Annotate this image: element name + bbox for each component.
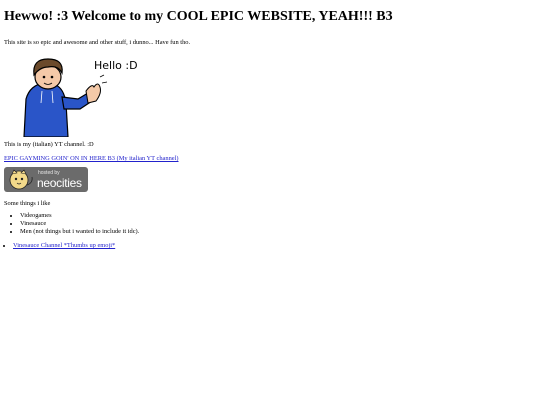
list-item: Vinesauce Channel *Thumbs up emoji* bbox=[13, 242, 536, 250]
youtube-text: This is my (italian) YT channel. :D bbox=[4, 141, 94, 148]
list-item: Men (not things but i wanted to include … bbox=[20, 228, 536, 236]
page: Hewwo! :3 Welcome to my COOL EPIC WEBSIT… bbox=[0, 9, 540, 250]
list-item: Vinesauce bbox=[20, 220, 536, 228]
vinesauce-channel-link[interactable]: Vinesauce Channel *Thumbs up emoji* bbox=[13, 242, 115, 249]
intro-text: This site is so epic and awesome and oth… bbox=[4, 39, 191, 46]
page-title: Hewwo! :3 Welcome to my COOL EPIC WEBSIT… bbox=[4, 9, 393, 24]
neocities-cat-icon bbox=[9, 169, 33, 190]
links-list: Vinesauce Channel *Thumbs up emoji* bbox=[4, 242, 536, 250]
likes-list: Videogames Vinesauce Men (not things but… bbox=[4, 212, 536, 236]
hello-drawing: Hello :D bbox=[23, 58, 138, 137]
likes-title: Some things i like bbox=[4, 200, 51, 207]
neocities-badge[interactable]: hosted by neocities bbox=[4, 167, 88, 192]
youtube-link-wrapper: EPIC GAYMING GOIN' ON IN HERE B3 (My ita… bbox=[4, 155, 536, 163]
list-item: Videogames bbox=[20, 212, 536, 220]
speech-text: Hello :D bbox=[94, 59, 138, 72]
youtube-channel-link[interactable]: EPIC GAYMING GOIN' ON IN HERE B3 (My ita… bbox=[4, 155, 179, 162]
badge-brand: neocities bbox=[37, 176, 82, 190]
